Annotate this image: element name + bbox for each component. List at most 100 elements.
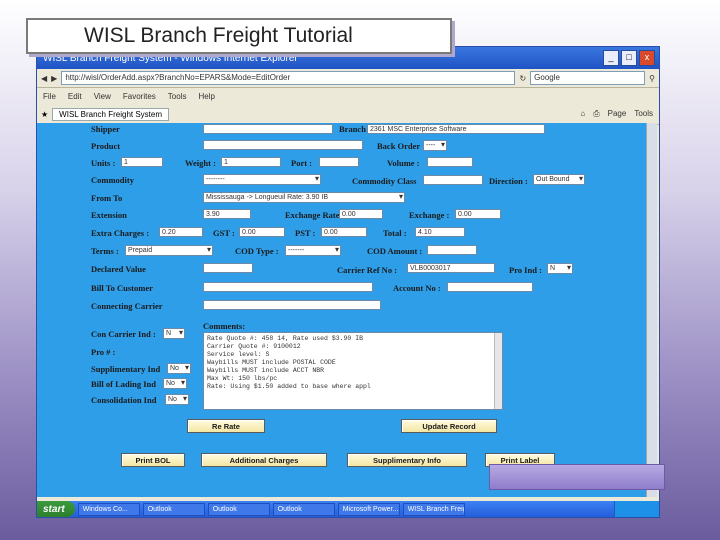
extension-field[interactable]: 3.90 [203, 209, 251, 219]
pro-ind-select[interactable]: N [547, 263, 573, 274]
pst-field[interactable]: 0.00 [321, 227, 367, 237]
shipper-field[interactable] [203, 124, 333, 134]
port-label: Port : [291, 158, 313, 168]
direction-select[interactable]: Out Bound [533, 174, 585, 185]
menu-bar: File Edit View Favorites Tools Help [37, 88, 659, 104]
page-menu[interactable]: Page [608, 109, 627, 119]
branch-field[interactable]: 2361 MSC Enterprise Software [367, 124, 545, 134]
shipper-label: Shipper [91, 124, 120, 134]
maximize-button[interactable]: □ [621, 50, 637, 66]
carrier-ref-field[interactable]: VLB0003017 [407, 263, 495, 273]
favorites-star-icon[interactable]: ★ [41, 110, 48, 119]
extra-charges-field[interactable]: 0.20 [159, 227, 203, 237]
cod-type-select[interactable]: ------- [285, 245, 341, 256]
comment-line: Waybills MUST include ACCT NBR [207, 367, 325, 374]
comments-textarea[interactable]: Rate Quote #: 458 14, Rate used $3.90 IB… [203, 332, 503, 410]
update-record-button[interactable]: Update Record [401, 419, 497, 433]
slide-title: WISL Branch Freight Tutorial [26, 18, 452, 54]
extension-label: Extension [91, 210, 127, 220]
bill-to-customer-label: Bill To Customer [91, 283, 153, 293]
pro-ind-label: Pro Ind : [509, 265, 542, 275]
exchange-label: Exchange : [409, 210, 450, 220]
from-to-label: From To [91, 193, 123, 203]
total-field[interactable]: 4.10 [415, 227, 465, 237]
commodity-class-label: Commodity Class [352, 176, 417, 186]
home-icon[interactable]: ⌂ [580, 109, 585, 119]
taskbar-item[interactable]: Outlook [142, 502, 205, 516]
cod-type-label: COD Type : [235, 246, 279, 256]
cod-amount-field[interactable] [427, 245, 477, 255]
pst-label: PST : [295, 228, 316, 238]
gst-field[interactable]: 0.00 [239, 227, 285, 237]
con-carrier-ind-select[interactable]: N [163, 328, 185, 339]
taskbar: start Windows Co... Outlook Outlook Outl… [37, 501, 659, 517]
taskbar-item[interactable]: Outlook [207, 502, 270, 516]
account-no-label: Account No : [393, 283, 441, 293]
connecting-carrier-field[interactable] [203, 300, 381, 310]
menu-favorites[interactable]: Favorites [123, 92, 156, 101]
address-input[interactable]: http://wisl/OrderAdd.aspx?BranchNo=EPARS… [61, 71, 516, 85]
back-order-select[interactable]: ---- [423, 140, 447, 151]
consolidation-ind-select[interactable]: No [165, 394, 189, 405]
declared-value-field[interactable] [203, 263, 253, 273]
supplimentary-ind-select[interactable]: No [167, 363, 191, 374]
supplimentary-ind-label: Supplimentary Ind [91, 364, 161, 374]
taskbar-item[interactable]: Outlook [272, 502, 335, 516]
bill-to-customer-field[interactable] [203, 282, 373, 292]
from-to-select[interactable]: Mississauga -> Longueuil Rate: 3.90 IB [203, 192, 405, 203]
carrier-ref-label: Carrier Ref No : [337, 265, 398, 275]
bill-of-lading-ind-select[interactable]: No [163, 378, 187, 389]
re-rate-button[interactable]: Re Rate [187, 419, 265, 433]
back-icon[interactable]: ◀ [41, 74, 47, 83]
comment-line: Carrier Quote #: 9100012 [207, 343, 301, 350]
terms-select[interactable]: Prepaid [125, 245, 213, 256]
volume-field[interactable] [427, 157, 473, 167]
taskbar-item[interactable]: WISL Branch Freig... [402, 502, 465, 516]
exchange-rate-field[interactable]: 0.00 [339, 209, 383, 219]
extra-charges-label: Extra Charges : [91, 228, 150, 238]
supplimentary-info-button[interactable]: Supplimentary Info [347, 453, 467, 467]
slide-decoration-box [489, 464, 665, 490]
exchange-field[interactable]: 0.00 [455, 209, 501, 219]
units-field[interactable]: 1 [121, 157, 163, 167]
account-no-field[interactable] [447, 282, 533, 292]
address-bar-row: ◀ ▶ http://wisl/OrderAdd.aspx?BranchNo=E… [37, 69, 659, 88]
taskbar-item[interactable]: Microsoft Power... [337, 502, 400, 516]
refresh-icon[interactable]: ↻ [519, 74, 526, 83]
page-content: Shipper Branch 2361 MSC Enterprise Softw… [37, 123, 657, 497]
minimize-button[interactable]: _ [603, 50, 619, 66]
tab-freight-system[interactable]: WISL Branch Freight System [52, 107, 170, 121]
additional-charges-button[interactable]: Additional Charges [201, 453, 327, 467]
menu-help[interactable]: Help [198, 92, 214, 101]
forward-icon[interactable]: ▶ [51, 74, 57, 83]
port-field[interactable] [319, 157, 359, 167]
menu-edit[interactable]: Edit [68, 92, 82, 101]
tools-menu[interactable]: Tools [634, 109, 653, 119]
product-field[interactable] [203, 140, 363, 150]
taskbar-item[interactable]: Windows Co... [77, 502, 140, 516]
volume-label: Volume : [387, 158, 420, 168]
system-tray [614, 501, 659, 517]
commodity-class-field[interactable] [423, 175, 483, 185]
comments-scrollbar[interactable] [494, 333, 502, 409]
print-bol-button[interactable]: Print BOL [121, 453, 185, 467]
units-label: Units : [91, 158, 116, 168]
menu-tools[interactable]: Tools [168, 92, 187, 101]
search-input[interactable]: Google [530, 71, 646, 85]
bill-of-lading-ind-label: Bill of Lading Ind [91, 379, 156, 389]
menu-view[interactable]: View [94, 92, 111, 101]
commodity-select[interactable]: -------- [203, 174, 321, 185]
close-button[interactable]: x [639, 50, 655, 66]
comment-line: Service level: S [207, 351, 270, 358]
search-icon[interactable]: ⚲ [649, 74, 655, 83]
print-icon[interactable]: ⎙ [593, 109, 599, 119]
start-button[interactable]: start [37, 501, 75, 517]
weight-label: Weight : [185, 158, 216, 168]
browser-window: WISL Branch Freight System - Windows Int… [36, 46, 660, 518]
weight-field[interactable]: 1 [221, 157, 281, 167]
total-label: Total : [383, 228, 407, 238]
connecting-carrier-label: Connecting Carrier [91, 301, 163, 311]
consolidation-ind-label: Consolidation Ind [91, 395, 157, 405]
page-scrollbar[interactable] [646, 123, 657, 497]
menu-file[interactable]: File [43, 92, 56, 101]
